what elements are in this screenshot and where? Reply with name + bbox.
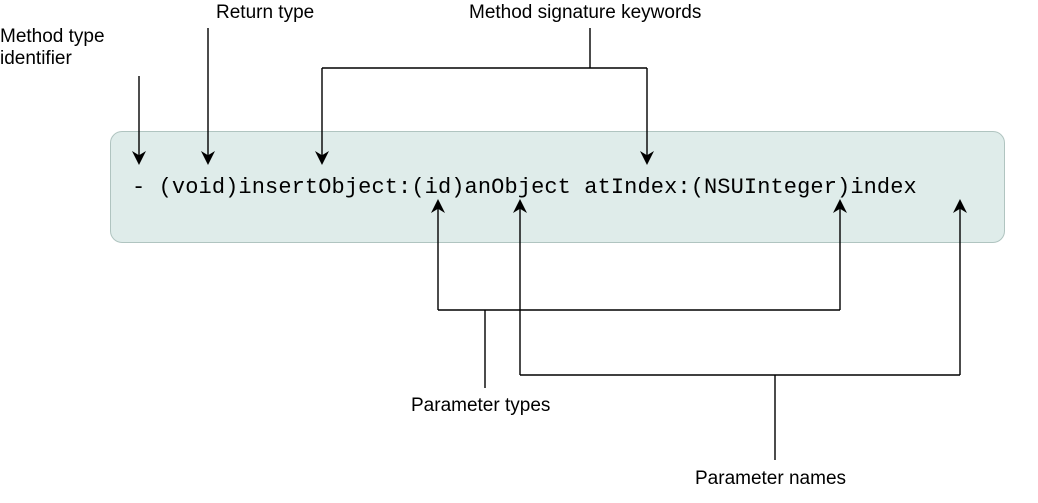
arrows-overlay — [0, 0, 1038, 503]
label-return-type: Return type — [216, 2, 314, 24]
arrow-parameter-names — [520, 206, 960, 460]
label-parameter-types: Parameter types — [411, 395, 550, 417]
label-parameter-names: Parameter names — [695, 468, 846, 490]
method-declaration-code: - (void)insertObject:(id)anObject atInde… — [132, 175, 917, 200]
label-method-type-identifier: Method type identifier — [0, 26, 105, 70]
label-method-signature-keywords: Method signature keywords — [469, 2, 701, 24]
